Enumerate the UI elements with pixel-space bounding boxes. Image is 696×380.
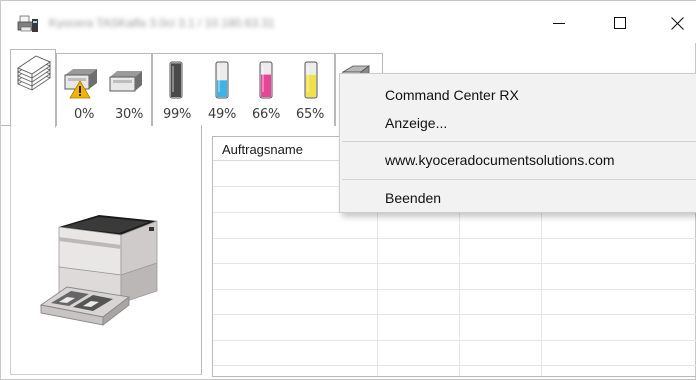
- tray-context-menu: Command Center RX Anzeige... www.kyocera…: [339, 73, 696, 213]
- tab-print-jobs[interactable]: [10, 49, 56, 128]
- table-row: [213, 289, 696, 290]
- toner-yellow-level: 65%: [296, 107, 324, 122]
- paper-tray-warning-icon: [64, 69, 97, 99]
- paper-tray-1-level: 0%: [74, 107, 95, 122]
- window-title: Kyocera TASKalfa 3.0ci 3.1 / 10.180.63.3…: [49, 17, 275, 29]
- printer-illustration: [39, 215, 158, 326]
- maximize-button[interactable]: [600, 9, 640, 37]
- table-row: [213, 365, 696, 366]
- toner-cyan-level: 49%: [208, 107, 236, 122]
- toner-magenta-icon: [259, 61, 273, 99]
- menu-item-website[interactable]: www.kyoceradocumentsolutions.com: [385, 152, 615, 168]
- toner-magenta-level: 66%: [252, 107, 280, 122]
- status-monitor-window: Kyocera TASKalfa 3.0ci 3.1 / 10.180.63.3…: [0, 0, 696, 380]
- close-icon: [670, 16, 684, 30]
- toner-yellow-icon: [304, 61, 318, 99]
- paper-tray-2-level: 30%: [115, 107, 143, 122]
- table-row: [213, 314, 696, 315]
- document-stack-icon: [17, 55, 51, 91]
- table-row: [213, 238, 696, 239]
- toner-cyan-icon: [215, 61, 229, 99]
- toner-black-icon: [169, 61, 183, 99]
- table-row: [213, 340, 696, 341]
- title-bar: Kyocera TASKalfa 3.0ci 3.1 / 10.180.63.3…: [1, 1, 696, 43]
- menu-item-exit[interactable]: Beenden: [385, 190, 441, 206]
- menu-separator: [342, 179, 696, 180]
- minimize-button[interactable]: [539, 9, 579, 37]
- menu-item-command-center[interactable]: Command Center RX: [385, 87, 519, 103]
- printer-app-icon: [17, 15, 38, 32]
- maximize-icon: [614, 17, 626, 29]
- menu-item-display[interactable]: Anzeige...: [385, 115, 447, 131]
- column-header-job-name[interactable]: Auftragsname: [222, 142, 303, 157]
- paper-tray-icon: [109, 71, 142, 92]
- tab-toner[interactable]: 99% 49% 66% 65%: [152, 53, 335, 126]
- table-row: [213, 263, 696, 264]
- minimize-icon: [553, 23, 565, 24]
- toner-black-level: 99%: [163, 107, 191, 122]
- close-button[interactable]: [657, 9, 696, 37]
- menu-separator: [342, 141, 696, 142]
- tab-paper[interactable]: 0% 30%: [56, 53, 152, 126]
